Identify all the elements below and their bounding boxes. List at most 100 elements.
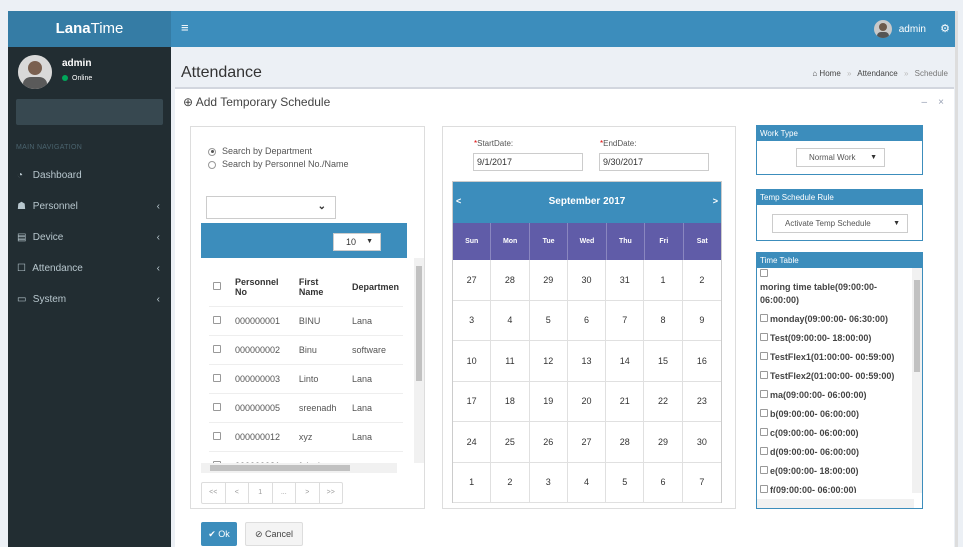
calendar-day[interactable]: 30 bbox=[567, 260, 607, 301]
time-table-scrollbar[interactable] bbox=[912, 268, 922, 493]
calendar-day[interactable]: 31 bbox=[606, 260, 645, 301]
user-menu[interactable]: admin bbox=[899, 24, 926, 35]
time-table-checkbox[interactable] bbox=[760, 333, 768, 341]
time-table-item[interactable]: monday(09:00:00- 06:30:00) bbox=[760, 313, 913, 326]
time-table-checkbox[interactable] bbox=[760, 314, 768, 322]
calendar-day[interactable]: 19 bbox=[529, 381, 568, 422]
close-button[interactable]: × bbox=[938, 97, 944, 108]
work-type-select[interactable]: Normal Work ▼ bbox=[796, 148, 885, 167]
calendar-day[interactable]: 3 bbox=[529, 462, 568, 503]
time-table-checkbox[interactable] bbox=[760, 485, 768, 493]
calendar-day[interactable]: 11 bbox=[491, 341, 530, 382]
page-size-select[interactable]: 10 ▼ bbox=[333, 233, 381, 251]
time-table-item[interactable]: e(09:00:00- 18:00:00) bbox=[760, 465, 913, 478]
sidebar-item-personnel[interactable]: ☗ Personnel ‹ bbox=[8, 191, 171, 222]
calendar-day[interactable]: 27 bbox=[567, 422, 607, 463]
next-month-button[interactable]: > bbox=[713, 196, 718, 206]
calendar-day[interactable]: 29 bbox=[644, 422, 683, 463]
cancel-button[interactable]: ⊘ Cancel bbox=[245, 522, 303, 546]
row-checkbox[interactable] bbox=[213, 344, 221, 353]
calendar-day[interactable]: 28 bbox=[491, 260, 530, 301]
end-date-input[interactable]: 9/30/2017 bbox=[599, 153, 709, 171]
time-table-checkbox[interactable] bbox=[760, 428, 768, 436]
calendar-day[interactable]: 9 bbox=[682, 301, 721, 341]
row-checkbox[interactable] bbox=[213, 431, 221, 440]
first-page-button[interactable]: << bbox=[202, 483, 226, 503]
col-first-name[interactable]: First Name bbox=[294, 268, 348, 307]
breadcrumb-attendance[interactable]: Attendance bbox=[857, 69, 897, 78]
calendar-day[interactable]: 14 bbox=[606, 341, 645, 382]
calendar-day[interactable]: 24 bbox=[453, 422, 492, 463]
calendar-day[interactable]: 1 bbox=[453, 462, 492, 503]
table-row[interactable]: 000000001 BINU Lana bbox=[209, 305, 403, 335]
time-table-item[interactable]: moring time table(09:00:00- 06:00:00) bbox=[760, 268, 913, 307]
radio-search-by-department[interactable]: Search by Department bbox=[208, 146, 312, 156]
table-vertical-scrollbar[interactable] bbox=[414, 258, 424, 463]
calendar-day[interactable]: 16 bbox=[682, 341, 721, 382]
calendar-day[interactable]: 22 bbox=[644, 381, 683, 422]
calendar-day[interactable]: 17 bbox=[453, 381, 492, 422]
time-table-h-scrollbar[interactable] bbox=[757, 499, 914, 508]
time-table-checkbox[interactable] bbox=[760, 352, 768, 360]
table-horizontal-scrollbar[interactable] bbox=[201, 463, 397, 473]
sidebar-item-dashboard[interactable]: ◔ Dashboard bbox=[8, 160, 171, 191]
calendar-day[interactable]: 5 bbox=[606, 462, 645, 503]
calendar-day[interactable]: 10 bbox=[453, 341, 492, 382]
radio-search-by-personnel[interactable]: Search by Personnel No./Name bbox=[208, 159, 349, 169]
breadcrumb-home[interactable]: Home bbox=[819, 69, 840, 78]
table-row[interactable]: 000000003 Linto Lana bbox=[209, 363, 403, 393]
calendar-day[interactable]: 2 bbox=[682, 260, 721, 301]
time-table-item[interactable]: c(09:00:00- 06:00:00) bbox=[760, 427, 913, 440]
time-table-item[interactable]: ma(09:00:00- 06:00:00) bbox=[760, 389, 913, 402]
time-table-item[interactable]: TestFlex1(01:00:00- 00:59:00) bbox=[760, 351, 913, 364]
time-table-item[interactable]: f(09:00:00- 06:00:00) bbox=[760, 484, 913, 493]
calendar-day[interactable]: 27 bbox=[453, 260, 492, 301]
calendar-day[interactable]: 7 bbox=[606, 300, 645, 341]
app-logo[interactable]: LanaTime bbox=[8, 11, 171, 47]
last-page-button[interactable]: >> bbox=[320, 483, 343, 503]
calendar-day[interactable]: 4 bbox=[567, 462, 607, 503]
calendar-day[interactable]: 7 bbox=[682, 463, 721, 503]
gears-icon[interactable]: ⚙ bbox=[940, 22, 950, 35]
calendar-day[interactable]: 6 bbox=[644, 462, 683, 503]
sidebar-item-attendance[interactable]: ☐ Attendance ‹ bbox=[8, 253, 171, 284]
time-table-checkbox[interactable] bbox=[760, 390, 768, 398]
calendar-day[interactable]: 20 bbox=[567, 381, 607, 422]
calendar-day[interactable]: 8 bbox=[644, 300, 683, 341]
time-table-item[interactable]: TestFlex2(01:00:00- 00:59:00) bbox=[760, 370, 913, 383]
calendar-day[interactable]: 28 bbox=[606, 422, 645, 463]
calendar-day[interactable]: 6 bbox=[567, 300, 607, 341]
col-department[interactable]: Departmen bbox=[347, 268, 403, 307]
calendar-day[interactable]: 12 bbox=[529, 341, 568, 382]
time-table-item[interactable]: d(09:00:00- 06:00:00) bbox=[760, 446, 913, 459]
calendar-day[interactable]: 26 bbox=[529, 422, 568, 463]
time-table-checkbox[interactable] bbox=[760, 409, 768, 417]
calendar-day[interactable]: 18 bbox=[491, 381, 530, 422]
calendar-day[interactable]: 29 bbox=[529, 260, 568, 301]
calendar-day[interactable]: 21 bbox=[606, 381, 645, 422]
table-row[interactable]: 000000002 Binu software bbox=[209, 334, 403, 364]
time-table-checkbox[interactable] bbox=[760, 371, 768, 379]
calendar-day[interactable]: 13 bbox=[567, 341, 607, 382]
start-date-input[interactable]: 9/1/2017 bbox=[473, 153, 583, 171]
calendar-day[interactable]: 1 bbox=[644, 260, 683, 301]
user-avatar-small[interactable] bbox=[874, 20, 892, 38]
calendar-day[interactable]: 5 bbox=[529, 300, 568, 341]
department-select[interactable]: ⌄ bbox=[206, 196, 336, 219]
calendar-day[interactable]: 30 bbox=[682, 422, 721, 463]
time-table-item[interactable]: b(09:00:00- 06:00:00) bbox=[760, 408, 913, 421]
calendar-day[interactable]: 23 bbox=[682, 382, 721, 422]
page-1-button[interactable]: 1 bbox=[249, 483, 273, 503]
row-checkbox[interactable] bbox=[213, 373, 221, 382]
row-checkbox[interactable] bbox=[213, 315, 221, 324]
table-row[interactable]: 000000005 sreenadh Lana bbox=[209, 392, 403, 422]
minimize-button[interactable]: – bbox=[921, 97, 927, 108]
page-scrollbar[interactable] bbox=[955, 11, 958, 547]
time-table-checkbox[interactable] bbox=[760, 447, 768, 455]
calendar-day[interactable]: 3 bbox=[453, 300, 492, 341]
ok-button[interactable]: ✔ Ok bbox=[201, 522, 237, 546]
calendar-day[interactable]: 15 bbox=[644, 341, 683, 382]
sidebar-item-system[interactable]: ▭ System ‹ bbox=[8, 284, 171, 315]
row-checkbox[interactable] bbox=[213, 402, 221, 411]
calendar-day[interactable]: 4 bbox=[491, 300, 530, 341]
